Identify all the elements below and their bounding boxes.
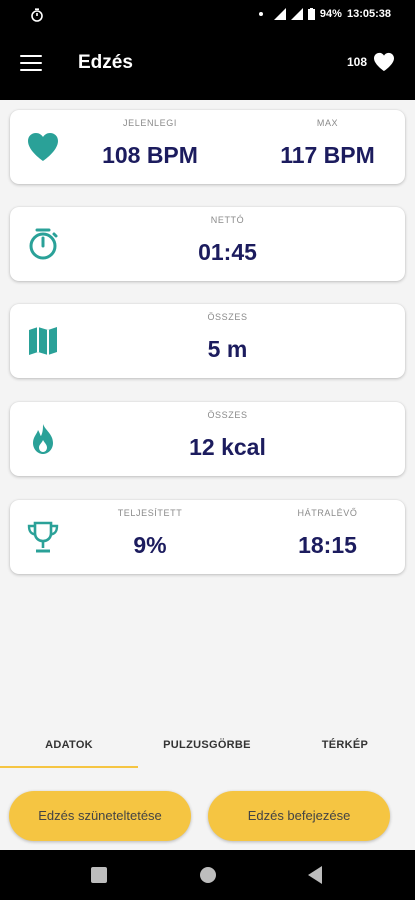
progress-card: TELJESÍTETT 9% HÁTRALÉVŐ 18:15 — [10, 500, 405, 574]
status-bar: 94% 13:05:38 — [0, 0, 415, 30]
app-toolbar: Edzés 108 — [0, 30, 415, 100]
calories-label: ÖSSZES — [207, 410, 248, 420]
stopwatch-status-icon — [31, 8, 43, 22]
timer-label: NETTÓ — [210, 215, 245, 225]
max-hr-label: MAX — [316, 118, 339, 128]
battery-icon — [307, 8, 315, 20]
notification-dot — [258, 12, 263, 16]
home-icon[interactable] — [200, 867, 216, 883]
signal-icon-2 — [290, 8, 303, 20]
heart-icon — [374, 52, 394, 72]
timer-column: NETTÓ 01:45 — [50, 215, 405, 266]
status-time: 13:05:38 — [346, 8, 391, 20]
distance-card: ÖSSZES 5 m — [10, 304, 405, 378]
remaining-column: HÁTRALÉVŐ 18:15 — [255, 508, 400, 559]
toolbar-heart-rate: 108 — [347, 52, 395, 72]
tab-data[interactable]: ADATOK — [0, 726, 138, 770]
calories-value: 12 kcal — [189, 434, 266, 460]
bottom-tabs: ADATOK PULZUSGÖRBE TÉRKÉP — [0, 726, 415, 770]
tab-pulse-curve[interactable]: PULZUSGÖRBE — [138, 726, 276, 770]
system-nav-bar — [0, 850, 415, 900]
distance-label: ÖSSZES — [207, 312, 248, 322]
distance-column: ÖSSZES 5 m — [50, 312, 405, 363]
remaining-label: HÁTRALÉVŐ — [297, 508, 358, 518]
recents-icon[interactable] — [91, 867, 107, 883]
current-hr-label: JELENLEGI — [123, 118, 177, 128]
timer-value: 01:45 — [198, 239, 257, 265]
back-icon[interactable] — [308, 866, 322, 884]
calories-column: ÖSSZES 12 kcal — [50, 410, 405, 461]
pause-workout-button[interactable]: Edzés szüneteltetése — [9, 791, 191, 841]
completed-column: TELJESÍTETT 9% — [80, 508, 220, 559]
max-hr-value: 117 BPM — [280, 142, 375, 168]
trophy-icon — [27, 521, 59, 553]
status-right: 94% 13:05:38 — [258, 8, 391, 20]
timer-card: NETTÓ 01:45 — [10, 207, 405, 281]
tab-map[interactable]: TÉRKÉP — [276, 726, 414, 770]
current-hr-value: 108 BPM — [102, 142, 198, 168]
heart-rate-card: JELENLEGI 108 BPM MAX 117 BPM — [10, 110, 405, 184]
finish-workout-button[interactable]: Edzés befejezése — [208, 791, 390, 841]
heart-icon — [28, 133, 58, 161]
max-hr-column: MAX 117 BPM — [255, 118, 400, 169]
completed-value: 9% — [133, 532, 167, 558]
menu-icon[interactable] — [20, 55, 42, 71]
battery-percent: 94% — [319, 8, 342, 20]
current-hr-column: JELENLEGI 108 BPM — [80, 118, 220, 169]
distance-value: 5 m — [207, 336, 248, 362]
toolbar-heart-rate-value: 108 — [346, 55, 367, 69]
signal-icon — [273, 8, 286, 20]
remaining-value: 18:15 — [298, 532, 357, 558]
calories-card: ÖSSZES 12 kcal — [10, 402, 405, 476]
page-title: Edzés — [78, 52, 133, 73]
completed-label: TELJESÍTETT — [117, 508, 183, 518]
